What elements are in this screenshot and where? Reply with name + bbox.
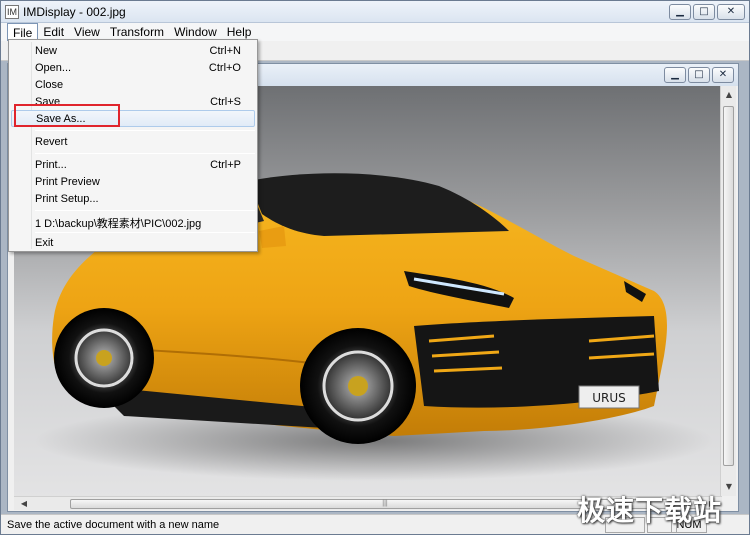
menu-item-print-preview[interactable]: Print Preview — [11, 174, 255, 191]
maximize-button[interactable]: □ — [693, 4, 715, 20]
vertical-scrollbar[interactable]: ▲ ▼ — [720, 86, 736, 496]
menu-item-open[interactable]: Open... Ctrl+O — [11, 60, 255, 77]
scroll-up-icon[interactable]: ▲ — [721, 88, 737, 102]
title-bar: IM IMDisplay - 002.jpg ▁ □ ✕ — [1, 1, 749, 23]
status-message: Save the active document with a new name — [7, 519, 220, 531]
document-maximize-button[interactable]: □ — [688, 67, 710, 83]
document-controls: ▁ □ ✕ — [664, 67, 734, 83]
menu-item-exit[interactable]: Exit — [11, 235, 255, 252]
document-minimize-button[interactable]: ▁ — [664, 67, 686, 83]
watermark: 极速下载站 — [577, 494, 723, 527]
menu-item-close[interactable]: Close — [11, 77, 255, 94]
close-button[interactable]: ✕ — [717, 4, 745, 20]
menu-item-new[interactable]: New Ctrl+N — [11, 43, 255, 60]
app-window: IM IMDisplay - 002.jpg ▁ □ ✕ File Edit V… — [0, 0, 750, 535]
scroll-left-icon[interactable]: ◀ — [16, 497, 32, 511]
window-controls: ▁ □ ✕ — [669, 4, 745, 20]
menu-item-print[interactable]: Print... Ctrl+P — [11, 157, 255, 174]
document-close-button[interactable]: ✕ — [712, 67, 734, 83]
menu-separator — [35, 210, 255, 211]
app-icon[interactable]: IM — [5, 5, 19, 19]
menu-item-recent-file[interactable]: 1 D:\backup\教程素材\PIC\002.jpg — [11, 213, 255, 230]
menu-item-print-setup[interactable]: Print Setup... — [11, 191, 255, 208]
window-title: IMDisplay - 002.jpg — [23, 5, 126, 19]
minimize-button[interactable]: ▁ — [669, 4, 691, 20]
grip-icon: ||| — [382, 500, 388, 507]
highlight-box — [14, 104, 120, 127]
menu-separator — [35, 153, 255, 154]
menu-separator — [35, 130, 255, 131]
file-menu: New Ctrl+N Open... Ctrl+O Close Save Ctr… — [8, 39, 258, 252]
menu-separator — [35, 232, 255, 233]
menu-item-revert[interactable]: Revert — [11, 134, 255, 151]
scroll-down-icon[interactable]: ▼ — [721, 480, 737, 494]
license-plate: URUS — [592, 391, 626, 405]
vertical-scroll-thumb[interactable] — [723, 106, 734, 466]
